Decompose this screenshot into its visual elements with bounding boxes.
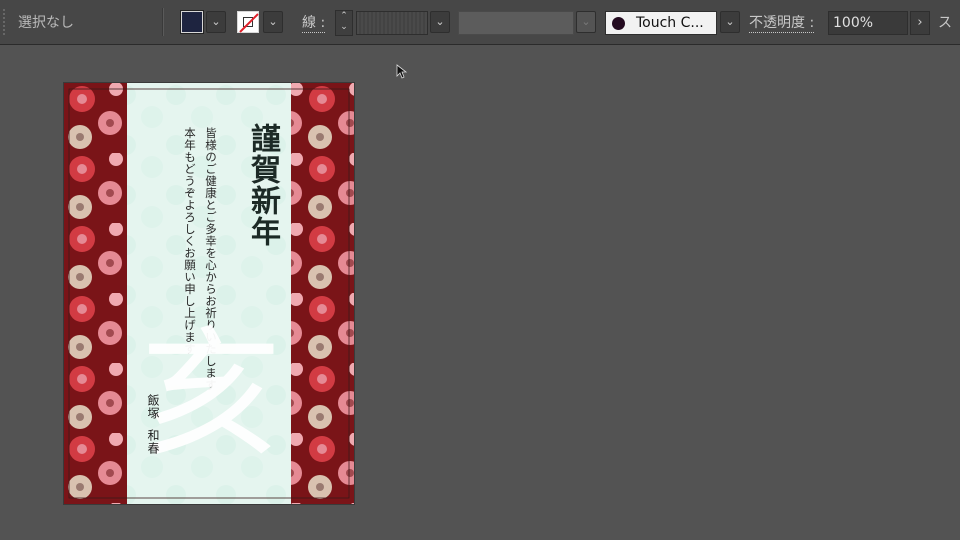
opacity-arrow-icon[interactable]: › (910, 11, 930, 35)
divider (162, 8, 164, 36)
stroke-color-swatch[interactable] (237, 11, 259, 33)
sender-last-name: 飯塚 (146, 394, 160, 420)
style-label[interactable]: ス (938, 12, 952, 32)
mouse-cursor-icon (396, 64, 408, 79)
stroke-weight-chevron-icon[interactable]: ⌄ (430, 11, 450, 33)
stroke-weight-input[interactable] (356, 11, 428, 35)
sender-first-name: 和春 (146, 429, 160, 455)
control-bar: 選択なし ⌄ ⌄ 線 : ⌃ ⌄ ⌄ ⌄ Touch C... ⌄ 不透明度 : … (0, 0, 960, 45)
new-year-card-artwork[interactable]: 謹賀新年 皆様のご健康とご多幸を心からお祈りいたします 本年もどうぞよろしくお願… (64, 83, 354, 504)
variable-width-field (458, 11, 574, 35)
brush-name: Touch C... (636, 15, 704, 31)
stroke-weight-stepper[interactable]: ⌃ ⌄ (335, 10, 353, 36)
fill-dropdown-chevron-icon[interactable]: ⌄ (206, 11, 226, 33)
stroke-label[interactable]: 線 : (302, 12, 326, 33)
selection-status: 選択なし (18, 15, 74, 31)
brush-dot-icon (612, 17, 625, 30)
panel-grip-icon[interactable] (2, 8, 6, 36)
brush-chevron-icon[interactable]: ⌄ (720, 11, 740, 33)
opacity-input[interactable]: 100% (828, 11, 908, 35)
no-stroke-slash-icon (239, 13, 259, 33)
fill-color-swatch[interactable] (180, 10, 204, 34)
stroke-dropdown-chevron-icon[interactable]: ⌄ (263, 11, 283, 33)
opacity-label[interactable]: 不透明度 : (749, 12, 815, 33)
brush-definition-select[interactable]: Touch C... (605, 11, 717, 35)
greeting-heading: 謹賀新年 (245, 123, 280, 247)
variable-width-chevron-icon: ⌄ (576, 11, 596, 33)
